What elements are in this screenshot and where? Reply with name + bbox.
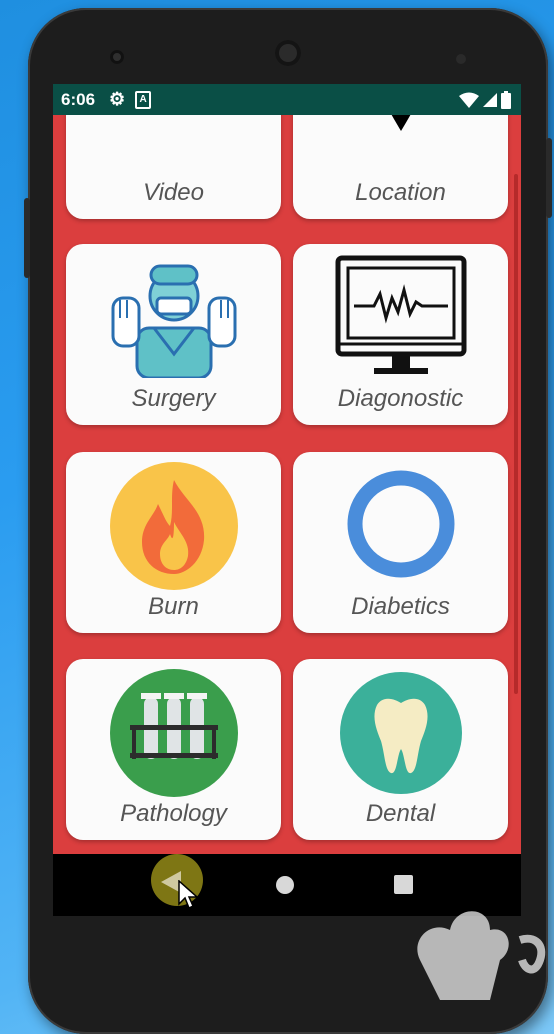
- watermark-logo-icon: [417, 911, 546, 1000]
- tile-diabetics[interactable]: Diabetics: [293, 452, 508, 633]
- tile-label: Diagonostic: [337, 385, 464, 412]
- tooth-icon: [340, 672, 462, 794]
- battery-icon: [501, 90, 511, 109]
- tile-label: Burn: [148, 593, 199, 620]
- home-button[interactable]: [276, 876, 294, 894]
- monitor-heartbeat-icon: [335, 255, 467, 374]
- tile-label: Diabetics: [351, 593, 450, 620]
- tile-label: Video: [143, 179, 204, 206]
- scrollbar[interactable]: [514, 174, 518, 694]
- a-icon: A: [135, 90, 152, 109]
- volume-button: [546, 138, 552, 218]
- signal-icon: [483, 92, 497, 107]
- flame-icon: [110, 462, 238, 590]
- status-bar: 6:06 ⚙ A: [53, 84, 521, 115]
- tile-surgery[interactable]: Surgery: [66, 244, 281, 425]
- app-screen: Video Location Surgery Diagonostic Burn …: [53, 84, 521, 916]
- proximity-sensor: [456, 54, 466, 64]
- status-icons: [459, 90, 511, 109]
- wifi-icon: [459, 92, 479, 108]
- surgeon-icon: [111, 264, 237, 378]
- test-tubes-icon: [110, 669, 238, 797]
- ring-icon: [347, 470, 455, 578]
- tile-label: Dental: [365, 800, 436, 827]
- tile-burn[interactable]: Burn: [66, 452, 281, 633]
- tile-label: Location: [355, 179, 446, 206]
- power-button: [24, 198, 30, 278]
- earpiece-speaker: [275, 40, 301, 66]
- front-camera: [110, 50, 124, 64]
- tile-diagnostic[interactable]: Diagonostic: [293, 244, 508, 425]
- mouse-cursor-icon: [178, 880, 198, 910]
- tile-dental[interactable]: Dental: [293, 659, 508, 840]
- gear-icon: ⚙: [109, 89, 126, 109]
- status-time: 6:06: [61, 89, 96, 109]
- tile-label: Surgery: [131, 385, 216, 412]
- tile-label: Pathology: [120, 800, 227, 827]
- recents-button[interactable]: [394, 875, 413, 894]
- tile-pathology[interactable]: Pathology: [66, 659, 281, 840]
